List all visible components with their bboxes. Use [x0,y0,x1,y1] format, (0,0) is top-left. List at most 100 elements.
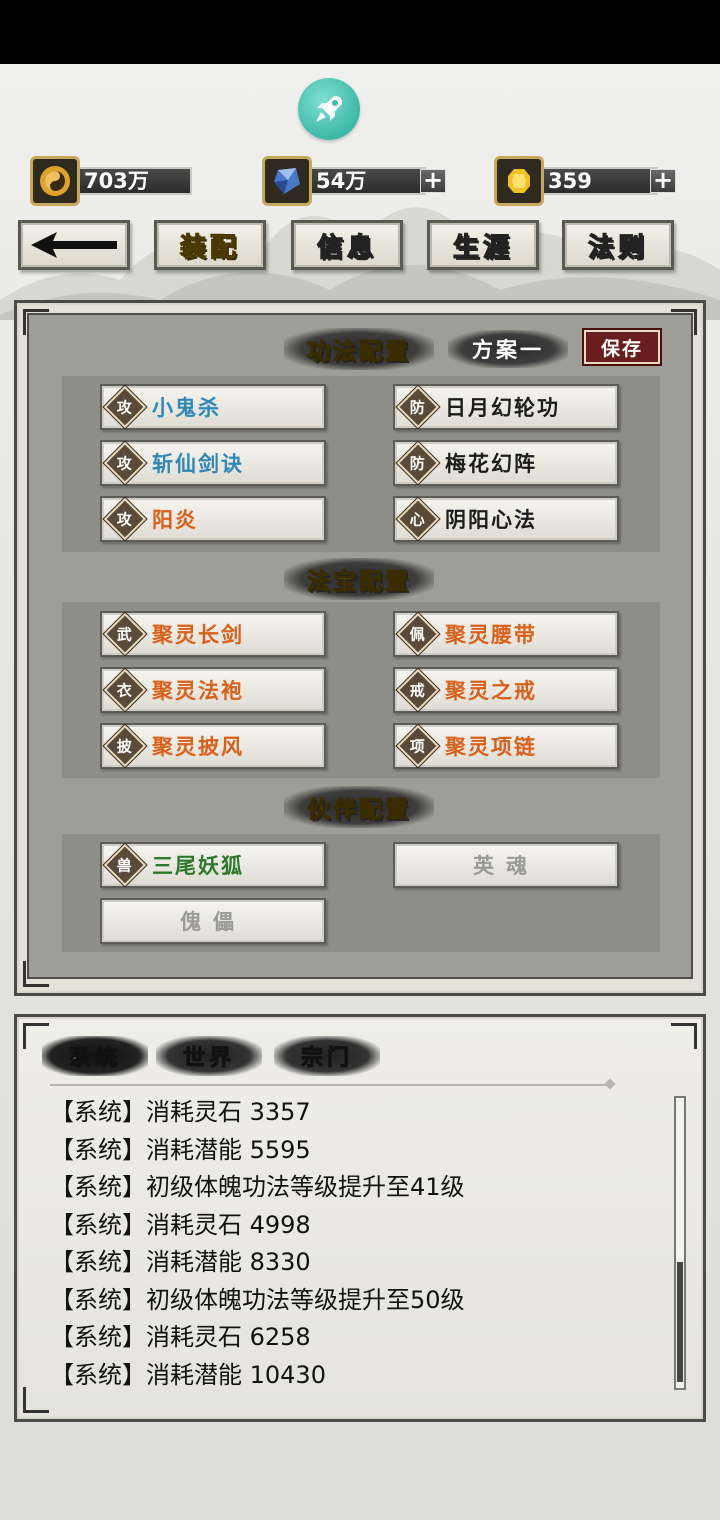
skills-config-title: 功法配置 [284,328,434,370]
tab-equip[interactable]: 装配 [154,220,266,270]
slot-type-label: 佩 [410,625,426,644]
chat-divider [50,1084,610,1086]
resource-gems: 359 + [494,156,680,206]
slot-name: 聚灵项链 [445,734,537,759]
slot-type-label: 披 [117,737,133,756]
slot-type-badge: 兽 [102,842,148,888]
slot-type-badge: 防 [395,440,441,486]
slot-name: 三尾妖狐 [152,853,244,878]
skill-slot[interactable]: 心阴阳心法 [393,496,619,542]
save-button[interactable]: 保存 [582,328,662,366]
chat-message: 【系统】消耗潜能 5595 [50,1135,311,1164]
chat-message: 【系统】消耗灵石 6258 [50,1323,311,1351]
rocket-boost-button[interactable] [298,78,360,140]
slot-type-badge: 攻 [102,496,148,542]
chat-log: 【系统】消耗灵石 3357 【系统】消耗潜能 5595 【系统】初级体魄功法等级… [50,1094,660,1394]
partner-slot[interactable]: 英魂 [393,842,619,888]
partner-slot[interactable]: 傀儡 [100,898,326,944]
skill-slot[interactable]: 防日月幻轮功 [393,384,619,430]
slot-type-label: 项 [410,737,426,756]
treasure-slot[interactable]: 项聚灵项链 [393,723,619,769]
slot-name: 傀儡 [180,909,246,934]
treasure-slot[interactable]: 披聚灵披风 [100,723,326,769]
slot-type-label: 攻 [117,454,133,473]
chat-tab-system[interactable]: 系统 [42,1036,148,1076]
slot-type-label: 戒 [410,681,426,700]
slot-type-label: 心 [410,510,426,529]
slot-type-badge: 戒 [395,667,441,713]
chat-message: 【系统】消耗灵石 4998 [50,1210,311,1239]
slot-type-badge: 攻 [102,440,148,486]
coins-value: 703万 [70,167,192,195]
treasure-slot[interactable]: 武聚灵长剑 [100,611,326,657]
add-crystal-button[interactable]: + [420,168,446,193]
gold-gem-icon [494,156,544,206]
frame-corner [23,309,49,335]
frame-corner [23,1387,49,1413]
partner-config-title: 伙伴配置 [284,786,434,828]
back-arrow-icon [31,232,117,258]
slot-type-badge: 衣 [102,667,148,713]
slot-type-badge: 防 [395,384,441,430]
slot-type-label: 攻 [117,398,133,417]
slot-name: 日月幻轮功 [445,395,560,420]
slot-name: 聚灵腰带 [445,622,537,647]
slot-name: 英魂 [473,853,539,878]
gems-value: 359 [534,167,658,195]
partner-slot[interactable]: 兽三尾妖狐 [100,842,326,888]
chat-message: 【系统】消耗灵石 3357 [50,1098,311,1126]
chat-scroll-thumb[interactable] [677,1262,683,1382]
blue-crystal-icon [262,156,312,206]
resource-crystal: 54万 + [262,156,450,206]
frame-corner [671,309,697,335]
slot-name: 斩仙剑诀 [152,451,244,476]
slot-type-badge: 项 [395,723,441,769]
slot-name: 聚灵法袍 [152,678,244,703]
add-gems-button[interactable]: + [650,168,676,193]
treasure-slot[interactable]: 佩聚灵腰带 [393,611,619,657]
skill-slot[interactable]: 攻阳炎 [100,496,326,542]
slot-type-label: 武 [117,625,133,644]
resource-coins: 703万 [30,156,192,206]
taiji-coin-icon [30,156,80,206]
skill-slot[interactable]: 攻斩仙剑诀 [100,440,326,486]
slot-name: 聚灵之戒 [445,678,537,703]
chat-message: 【系统】初级体魄功法等级提升至50级 [50,1285,465,1314]
slot-name: 阳炎 [152,507,198,532]
slot-type-label: 兽 [117,856,133,875]
tab-rules[interactable]: 法则 [562,220,674,270]
chat-message: 【系统】消耗潜能 10430 [50,1360,326,1389]
slot-name: 阴阳心法 [445,507,537,532]
slot-name: 聚灵长剑 [152,622,244,647]
treasure-config-title: 法宝配置 [284,558,434,600]
back-button[interactable] [18,220,130,270]
treasure-slot[interactable]: 戒聚灵之戒 [393,667,619,713]
slot-type-label: 衣 [117,681,133,700]
slot-name: 梅花幻阵 [445,451,537,476]
skill-slot[interactable]: 攻小鬼杀 [100,384,326,430]
chat-message: 【系统】初级体魄功法等级提升至41级 [50,1173,465,1201]
skill-slot[interactable]: 防梅花幻阵 [393,440,619,486]
chat-tab-world[interactable]: 世界 [156,1036,262,1076]
slot-type-label: 攻 [117,510,133,529]
chat-message: 【系统】消耗潜能 8330 [50,1248,311,1276]
slot-type-badge: 佩 [395,611,441,657]
slot-type-badge: 心 [395,496,441,542]
treasure-slot[interactable]: 衣聚灵法袍 [100,667,326,713]
crystal-value: 54万 [302,167,426,195]
slot-type-badge: 攻 [102,384,148,430]
slot-name: 聚灵披风 [152,734,244,759]
slot-type-label: 防 [410,398,426,417]
slot-name: 小鬼杀 [152,395,221,420]
status-bar [0,0,720,64]
tab-career[interactable]: 生涯 [427,220,539,270]
slot-type-label: 防 [410,454,426,473]
slot-type-badge: 披 [102,723,148,769]
plan-selector[interactable]: 方案一 [448,330,568,368]
frame-corner [671,1023,697,1049]
slot-type-badge: 武 [102,611,148,657]
tab-info[interactable]: 信息 [291,220,403,270]
rocket-icon [316,96,342,122]
frame-corner [23,961,49,987]
chat-tab-sect[interactable]: 宗门 [274,1036,380,1076]
